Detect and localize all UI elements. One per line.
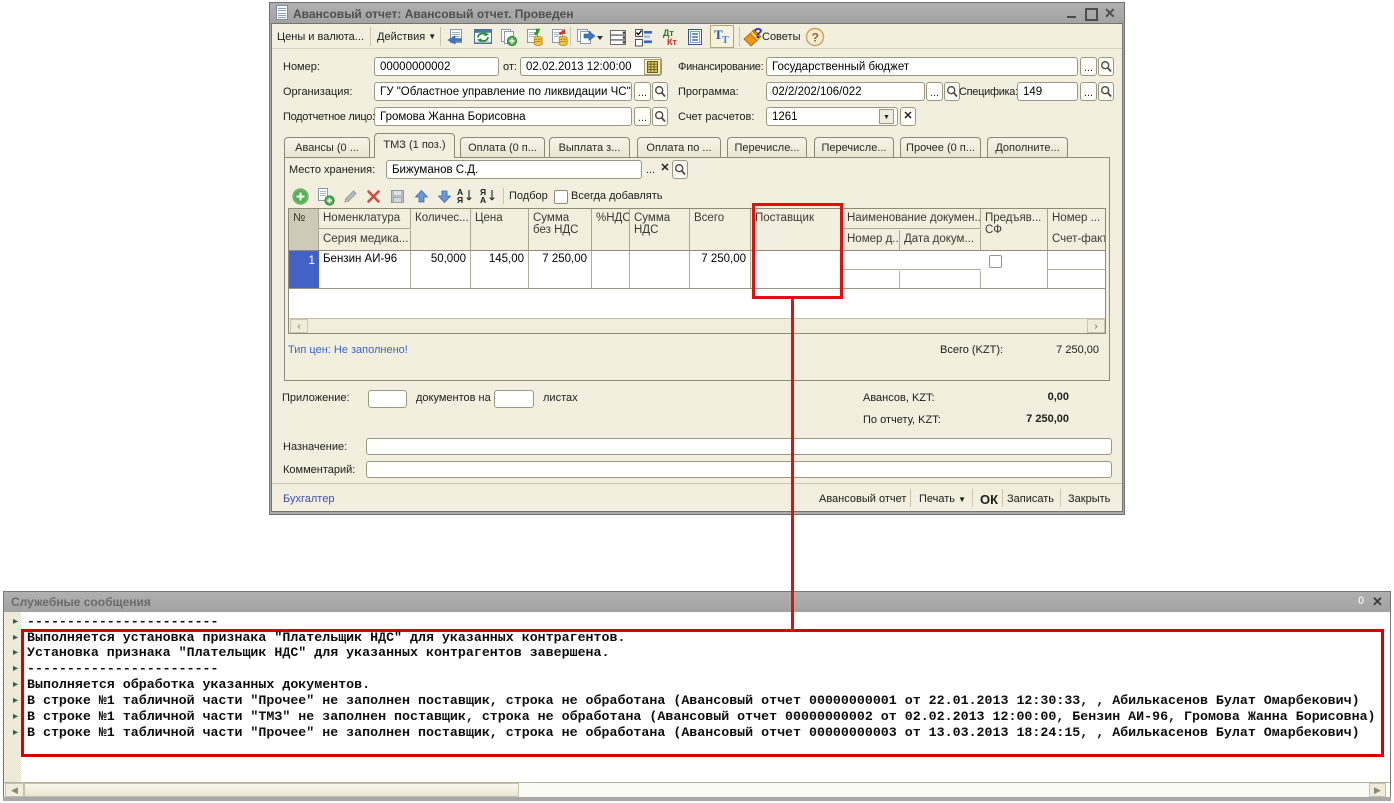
svg-text:Я: Я [457, 195, 463, 205]
svg-text:?: ? [812, 30, 819, 44]
svg-text:Кт: Кт [667, 37, 677, 47]
svg-text:T: T [722, 35, 729, 46]
svg-text:А: А [480, 195, 486, 205]
